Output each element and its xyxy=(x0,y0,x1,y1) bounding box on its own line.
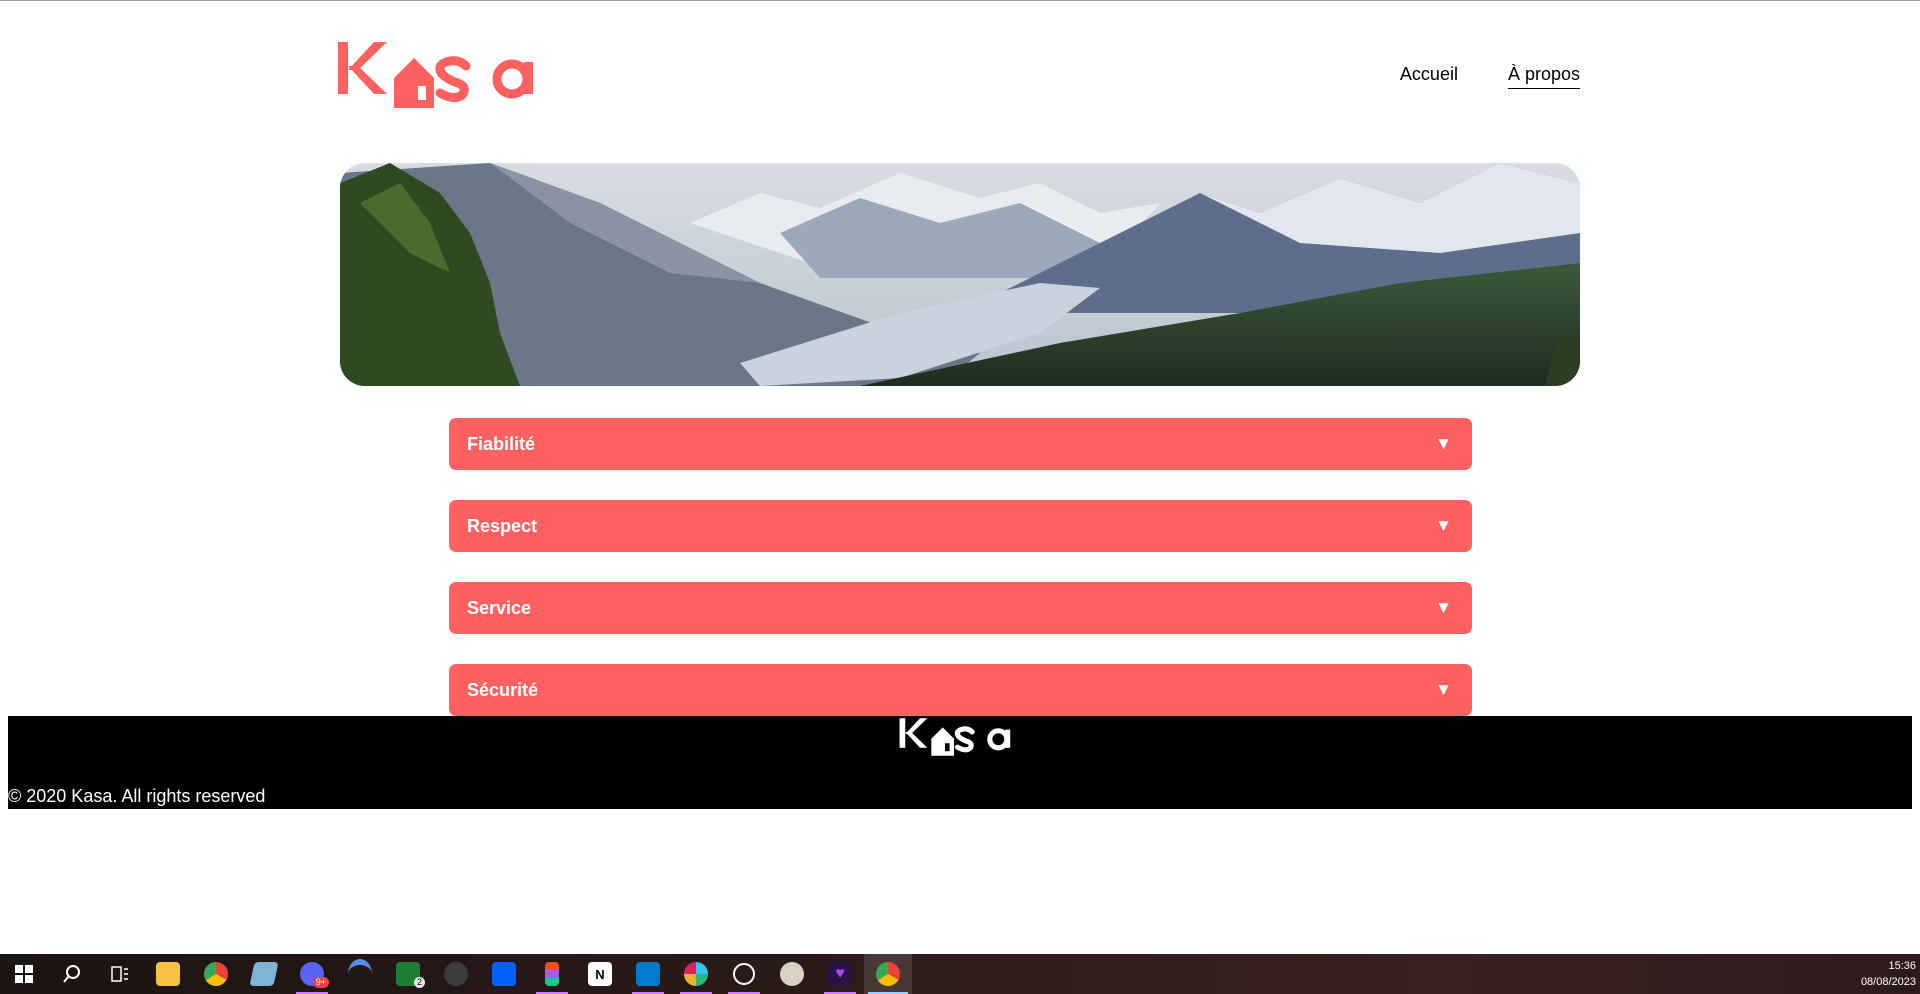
clock-date: 08/08/2023 xyxy=(1860,976,1916,988)
chrome-icon xyxy=(876,962,900,986)
site-footer: © 2020 Kasa. All rights reserved xyxy=(8,716,1912,809)
taskbar-notion[interactable]: N xyxy=(576,954,624,994)
taskbar-search[interactable] xyxy=(48,954,96,994)
taskbar-task-view[interactable] xyxy=(96,954,144,994)
collapse-title: Fiabilité xyxy=(467,433,536,454)
taskbar-arc[interactable] xyxy=(336,954,384,994)
taskbar-figma[interactable] xyxy=(528,954,576,994)
collapse-title: Service xyxy=(467,597,532,618)
notification-badge: 2 xyxy=(413,977,425,988)
taskbar-paint[interactable] xyxy=(768,954,816,994)
windows-start-icon xyxy=(15,965,33,983)
windows-taskbar: 9+ 2 N ♥ 15:36 08/08/2023 xyxy=(0,954,1920,994)
clock-time: 15:36 xyxy=(1888,960,1916,972)
taskbar-chatgpt[interactable] xyxy=(720,954,768,994)
taskbar-discord[interactable]: 9+ xyxy=(288,954,336,994)
taskbar-fl-studio[interactable] xyxy=(432,954,480,994)
taskbar-dropbox[interactable] xyxy=(480,954,528,994)
notion-icon: N xyxy=(588,962,612,986)
windows-start-button[interactable] xyxy=(0,954,48,994)
task-view-icon xyxy=(111,966,128,982)
kasa-footer-logo xyxy=(899,718,1011,756)
about-banner-image xyxy=(340,163,1580,386)
chatgpt-icon xyxy=(733,963,755,985)
arc-icon xyxy=(348,959,372,989)
chevron-down-icon[interactable]: ▼ xyxy=(1435,680,1452,700)
vscode-icon xyxy=(636,962,660,986)
nav-link-accueil[interactable]: Accueil xyxy=(1400,64,1458,89)
collapse-service[interactable]: Service ▼ xyxy=(449,582,1472,634)
paint-icon xyxy=(780,962,804,986)
dropbox-icon xyxy=(492,962,516,986)
heart-app-icon: ♥ xyxy=(828,962,852,986)
taskbar-chrome[interactable] xyxy=(192,954,240,994)
search-icon xyxy=(63,965,80,983)
file-explorer-icon xyxy=(156,962,180,986)
collapse-title: Respect xyxy=(467,515,538,536)
chevron-down-icon[interactable]: ▼ xyxy=(1435,516,1452,536)
main-nav: Accueil À propos xyxy=(1400,64,1580,89)
chevron-down-icon[interactable]: ▼ xyxy=(1435,598,1452,618)
fl-studio-icon xyxy=(444,962,468,986)
copyright-text: © 2020 Kasa. All rights reserved xyxy=(8,786,266,806)
collapse-title: Sécurité xyxy=(467,679,539,700)
taskbar-vscode[interactable] xyxy=(624,954,672,994)
taskbar-file-explorer[interactable] xyxy=(144,954,192,994)
taskbar-chrome-active[interactable] xyxy=(864,954,912,994)
collapse-respect[interactable]: Respect ▼ xyxy=(449,500,1472,552)
window-top-border xyxy=(0,0,1920,1)
chevron-down-icon[interactable]: ▼ xyxy=(1435,434,1452,454)
taskbar-notes-app[interactable] xyxy=(240,954,288,994)
figma-icon xyxy=(545,962,559,986)
values-collapse-list: Fiabilité ▼ Respect ▼ Service ▼ Sécurité… xyxy=(449,418,1472,746)
taskbar-xbox[interactable]: 2 xyxy=(384,954,432,994)
slack-icon xyxy=(684,962,708,986)
collapse-securite[interactable]: Sécurité ▼ xyxy=(449,664,1472,716)
collapse-fiabilite[interactable]: Fiabilité ▼ xyxy=(449,418,1472,470)
taskbar-slack[interactable] xyxy=(672,954,720,994)
chrome-icon xyxy=(204,962,228,986)
notification-badge: 9+ xyxy=(312,977,329,988)
notes-app-icon xyxy=(249,962,279,986)
kasa-logo[interactable] xyxy=(338,38,558,112)
taskbar-heart-app[interactable]: ♥ xyxy=(816,954,864,994)
taskbar-clock[interactable]: 15:36 08/08/2023 xyxy=(1861,958,1916,990)
nav-link-a-propos[interactable]: À propos xyxy=(1507,64,1580,89)
